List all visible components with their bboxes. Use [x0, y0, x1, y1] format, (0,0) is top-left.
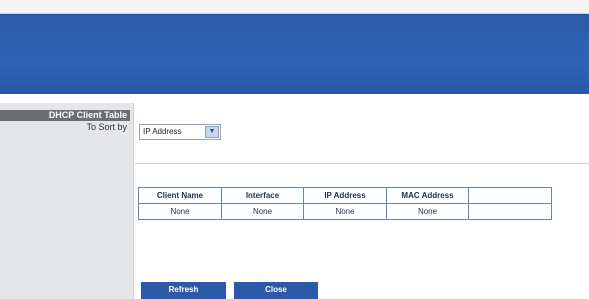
table-header-row: Client Name Interface IP Address MAC Add… [138, 187, 552, 204]
header-gap [0, 94, 589, 103]
top-strip [0, 0, 589, 13]
column-header-extra [468, 187, 552, 204]
column-header-mac-address: MAC Address [386, 187, 469, 204]
column-header-client-name: Client Name [138, 187, 222, 204]
cell-ip-address: None [303, 203, 387, 220]
column-header-ip-address: IP Address [303, 187, 387, 204]
sort-select-value: IP Address [143, 127, 182, 136]
sort-label: To Sort by [86, 122, 127, 132]
cell-extra [468, 203, 552, 220]
close-button[interactable]: Close [234, 282, 318, 299]
refresh-button[interactable]: Refresh [141, 282, 226, 299]
chevron-down-icon[interactable]: ▼ [205, 126, 219, 138]
cell-client-name: None [138, 203, 222, 220]
cell-mac-address: None [386, 203, 469, 220]
sidebar-title-text: DHCP Client Table [48, 110, 127, 120]
header-banner [0, 14, 589, 94]
table-row: None None None None [138, 203, 552, 220]
cell-interface: None [221, 203, 304, 220]
sidebar-title: DHCP Client Table [0, 110, 130, 121]
section-divider [135, 163, 589, 164]
client-table: Client Name Interface IP Address MAC Add… [138, 187, 552, 220]
column-header-interface: Interface [221, 187, 304, 204]
sort-select[interactable]: IP Address ▼ [139, 124, 221, 140]
